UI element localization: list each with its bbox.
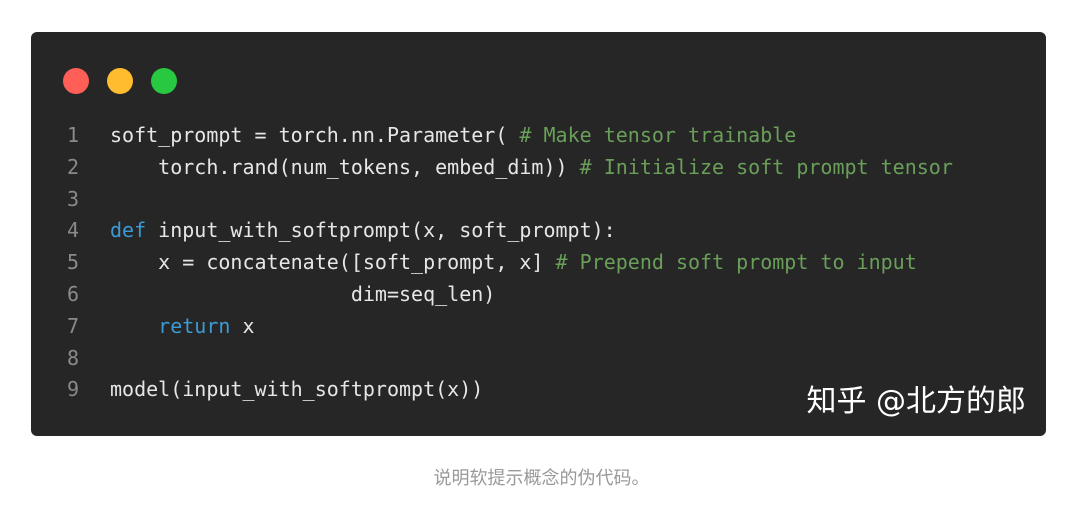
code-token-comment: # Initialize soft prompt tensor xyxy=(579,154,953,179)
line-number: 2 xyxy=(66,154,80,179)
code-text: x = concatenate([soft_prompt, x] # Prepe… xyxy=(110,247,917,279)
line-number: 9 xyxy=(66,377,80,402)
line-number: 5 xyxy=(66,250,80,275)
code-line: 2 torch.rand(num_tokens, embed_dim)) # I… xyxy=(31,152,1046,184)
code-text: soft_prompt = torch.nn.Parameter( # Make… xyxy=(110,120,796,152)
code-text: torch.rand(num_tokens, embed_dim)) # Ini… xyxy=(110,152,953,184)
code-block: 1 soft_prompt = torch.nn.Parameter( # Mak… xyxy=(31,120,1046,406)
close-dot-icon[interactable] xyxy=(63,68,89,94)
figure-caption: 说明软提示概念的伪代码。 xyxy=(433,468,650,489)
line-number: 7 xyxy=(66,313,80,338)
window-controls xyxy=(63,68,177,94)
code-text: return x xyxy=(110,311,255,343)
code-token-keyword: return xyxy=(158,313,231,338)
code-text: model(input_with_softprompt(x)) xyxy=(110,374,483,406)
line-number: 4 xyxy=(66,218,80,243)
code-token-plain: input_with_softprompt(x, soft_prompt): xyxy=(146,218,616,243)
code-line: 7 return x xyxy=(31,311,1046,343)
page: 1 soft_prompt = torch.nn.Parameter( # Mak… xyxy=(0,0,1083,514)
code-token-plain: x = concatenate([soft_prompt, x] xyxy=(110,250,556,275)
code-text: def input_with_softprompt(x, soft_prompt… xyxy=(110,215,616,247)
maximize-dot-icon[interactable] xyxy=(151,68,177,94)
code-token-plain: soft_prompt = torch.nn.Parameter( xyxy=(110,123,520,147)
line-number: 3 xyxy=(66,186,80,211)
code-token-keyword: def xyxy=(110,218,147,243)
code-token-plain: model(input_with_softprompt(x)) xyxy=(110,377,484,402)
code-line: 4 def input_with_softprompt(x, soft_promp… xyxy=(31,215,1046,247)
code-token-plain: torch.rand(num_tokens, embed_dim)) xyxy=(110,154,580,179)
code-line: 6 dim=seq_len) xyxy=(31,279,1046,311)
watermark: 知乎 @北方的郎 xyxy=(806,384,1026,419)
code-token-comment: # Make tensor trainable xyxy=(519,123,797,147)
code-line: 3 xyxy=(31,184,1046,216)
code-window: 1 soft_prompt = torch.nn.Parameter( # Mak… xyxy=(31,32,1046,436)
line-number: 1 xyxy=(66,123,80,147)
line-number: 6 xyxy=(66,281,80,306)
code-token-plain: dim=seq_len) xyxy=(110,281,496,306)
code-text: dim=seq_len) xyxy=(110,279,496,311)
code-line: 1 soft_prompt = torch.nn.Parameter( # Mak… xyxy=(31,120,1046,152)
code-token-comment: # Prepend soft prompt to input xyxy=(555,250,917,275)
code-line: 8 xyxy=(31,343,1046,375)
code-token-plain: x xyxy=(230,313,255,338)
minimize-dot-icon[interactable] xyxy=(107,68,133,94)
code-line: 5 x = concatenate([soft_prompt, x] # Pre… xyxy=(31,247,1046,279)
line-number: 8 xyxy=(66,345,80,370)
